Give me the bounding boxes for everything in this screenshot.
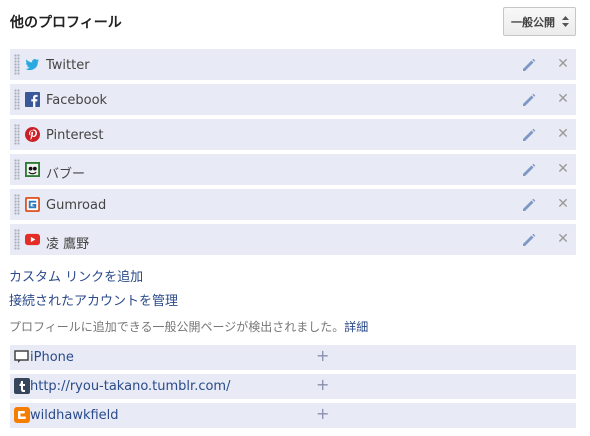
tumblr-icon — [14, 378, 30, 394]
suggested-label[interactable]: http://ryou-takano.tumblr.com/ — [30, 379, 230, 394]
pencil-icon[interactable] — [521, 232, 537, 248]
suggested-row-iphone: iPhone + — [10, 345, 576, 370]
facebook-icon — [25, 92, 40, 107]
suggested-label[interactable]: wildhawkfield — [30, 408, 119, 423]
profile-row-puboo: バブー ✕ — [10, 154, 576, 185]
drag-handle[interactable] — [14, 54, 20, 75]
suggested-row-blogger: wildhawkfield + — [10, 403, 576, 428]
profile-label: Gumroad — [46, 198, 107, 213]
drag-handle[interactable] — [14, 89, 20, 110]
profiles-header: 他のプロフィール 一般公開 — [10, 0, 580, 44]
comment-icon — [14, 350, 29, 363]
youtube-icon — [25, 233, 40, 246]
profile-row-facebook: Facebook ✕ — [10, 84, 576, 115]
twitter-icon — [25, 59, 40, 71]
suggested-list: iPhone + http://ryou-takano.tumblr.com/ … — [10, 345, 576, 432]
close-icon[interactable]: ✕ — [556, 56, 570, 72]
pencil-icon[interactable] — [521, 197, 537, 213]
detected-pages-note: プロフィールに追加できる一般公開ページが検出されました。詳細 — [9, 318, 368, 335]
close-icon[interactable]: ✕ — [556, 126, 570, 142]
up-down-arrows-icon — [562, 16, 569, 27]
note-text: プロフィールに追加できる一般公開ページが検出されました。 — [9, 320, 345, 334]
close-icon[interactable]: ✕ — [556, 231, 570, 247]
add-icon[interactable]: + — [316, 404, 329, 423]
puboo-icon — [25, 162, 40, 177]
visibility-label: 一般公開 — [511, 15, 555, 29]
profile-list: Twitter ✕ Facebook ✕ Pinterest ✕ バブー ✕ G… — [10, 49, 576, 259]
drag-handle[interactable] — [14, 159, 20, 180]
profile-row-pinterest: Pinterest ✕ — [10, 119, 576, 150]
blogger-icon — [14, 407, 30, 423]
drag-handle[interactable] — [14, 229, 20, 250]
pencil-icon[interactable] — [521, 127, 537, 143]
pencil-icon[interactable] — [521, 57, 537, 73]
close-icon[interactable]: ✕ — [556, 161, 570, 177]
add-icon[interactable]: + — [316, 346, 329, 365]
profile-row-youtube: 凌 鷹野 ✕ — [10, 224, 576, 255]
visibility-dropdown[interactable]: 一般公開 — [503, 7, 576, 36]
manage-accounts-link[interactable]: 接続されたアカウントを管理 — [9, 290, 178, 309]
suggested-row-tumblr: http://ryou-takano.tumblr.com/ + — [10, 374, 576, 399]
profile-label: Facebook — [46, 93, 108, 108]
pencil-icon[interactable] — [521, 162, 537, 178]
pinterest-icon — [25, 127, 40, 142]
details-link[interactable]: 詳細 — [344, 320, 368, 334]
profile-label: 凌 鷹野 — [46, 237, 90, 252]
profile-label: Pinterest — [46, 128, 104, 143]
add-custom-link[interactable]: カスタム リンクを追加 — [9, 266, 143, 285]
profile-label: バブー — [46, 167, 86, 182]
add-icon[interactable]: + — [316, 375, 329, 394]
profile-row-twitter: Twitter ✕ — [10, 49, 576, 80]
suggested-label[interactable]: iPhone — [30, 350, 74, 365]
drag-handle[interactable] — [14, 194, 20, 215]
close-icon[interactable]: ✕ — [556, 91, 570, 107]
pencil-icon[interactable] — [521, 92, 537, 108]
close-icon[interactable]: ✕ — [556, 196, 570, 212]
drag-handle[interactable] — [14, 124, 20, 145]
section-title: 他のプロフィール — [10, 15, 122, 31]
gumroad-icon — [25, 197, 40, 212]
profile-label: Twitter — [46, 58, 90, 73]
profile-row-gumroad: Gumroad ✕ — [10, 189, 576, 220]
